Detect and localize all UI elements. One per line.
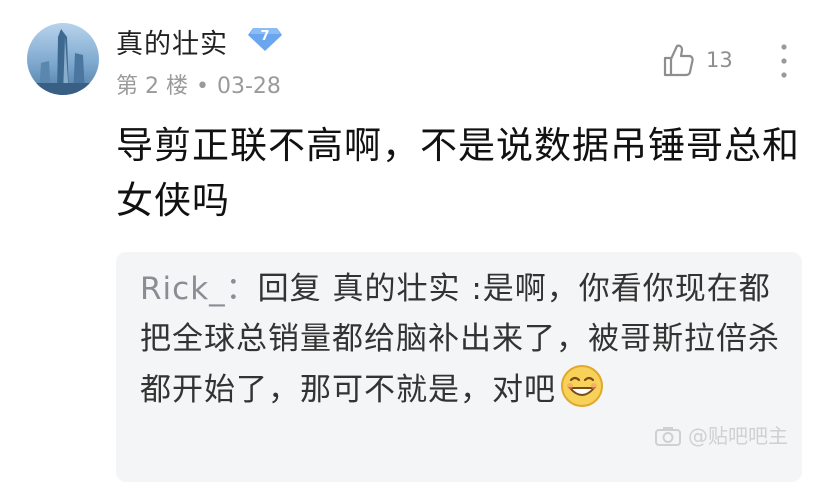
reply-text-block: Rick_：回复 真的壮实 :是啊，你看你现在都把全球总销量都给脑补出来了，被哥… (140, 264, 780, 415)
user-avatar[interactable] (27, 23, 99, 95)
floor-label: 第 2 楼 (116, 74, 188, 99)
watermark: @贴吧吧主 (654, 420, 788, 449)
camera-watermark-icon (655, 427, 681, 446)
grinning-emoji-icon (561, 365, 603, 407)
meta-separator: • (195, 74, 209, 99)
level-number: 7 (260, 29, 270, 44)
reply-author[interactable]: Rick_ (140, 271, 226, 307)
post-meta: 第 2 楼 • 03-28 (116, 68, 281, 100)
like-count: 13 (706, 48, 733, 72)
post-content: 导剪正联不高啊，不是说数据吊锤哥总和女侠吗 (116, 124, 800, 222)
reply-colon: ： (225, 271, 258, 307)
avatar-image (27, 29, 99, 95)
diamond-level-icon: 7 (247, 26, 283, 52)
thumbs-up-icon[interactable] (662, 43, 694, 77)
post-date: 03-28 (216, 74, 281, 99)
watermark-text: @贴吧吧主 (688, 424, 788, 448)
more-vertical-icon[interactable] (776, 42, 792, 80)
post-username[interactable]: 真的壮实 (116, 22, 228, 61)
